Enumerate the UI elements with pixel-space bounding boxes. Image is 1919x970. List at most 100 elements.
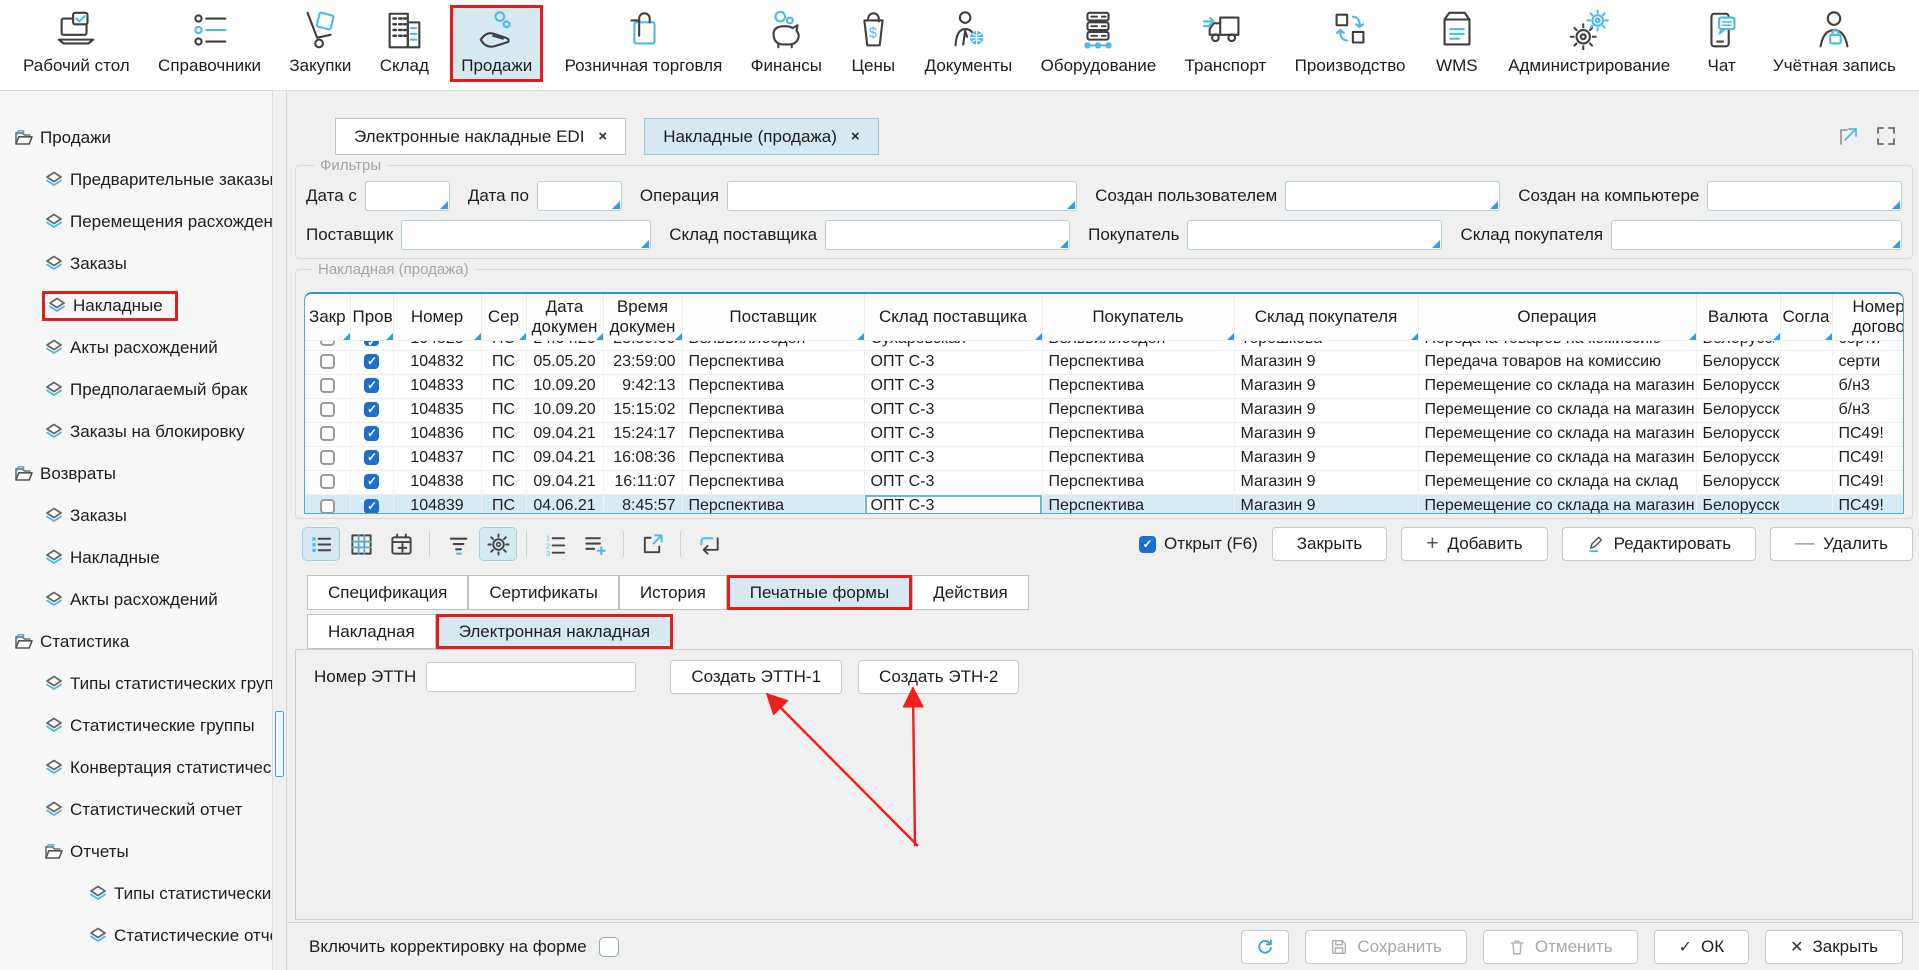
sidebar-item[interactable]: Статистические группы: [0, 705, 272, 747]
toolbar-item-retail[interactable]: Розничная торговля: [558, 5, 730, 79]
col-agreed[interactable]: Согла: [1780, 294, 1832, 340]
add-button[interactable]: +Добавить: [1401, 527, 1547, 561]
col-doc-date[interactable]: Дата докумен: [526, 294, 603, 340]
create-etn2-button[interactable]: Создать ЭТН-2: [858, 660, 1019, 694]
col-doc-time[interactable]: Время докумен: [603, 294, 682, 340]
checked-checkbox[interactable]: [364, 450, 379, 465]
sidebar-item[interactable]: Отчеты: [0, 831, 272, 873]
grid-view-icon[interactable]: [343, 528, 379, 560]
col-supplier[interactable]: Поставщик: [682, 294, 864, 340]
ettn-number-input[interactable]: [426, 662, 636, 692]
sidebar-item[interactable]: Конвертация статистически: [0, 747, 272, 789]
toolbar-item-administration[interactable]: Администрирование: [1501, 5, 1677, 79]
sidebar-item[interactable]: Перемещения расхождени: [0, 201, 272, 243]
splitter-thumb[interactable]: [275, 711, 284, 777]
created-on-computer-input[interactable]: [1707, 181, 1902, 211]
sidebar-splitter[interactable]: [272, 91, 287, 970]
table-row[interactable]: 104836 ПС 09.04.21 15:24:17 Перспектива …: [305, 422, 1904, 446]
table-row[interactable]: 104833 ПС 10.09.20 9:42:13 Перспектива О…: [305, 374, 1904, 398]
checked-checkbox[interactable]: [364, 499, 379, 514]
refresh-button[interactable]: [1241, 930, 1289, 964]
detail-tab[interactable]: Спецификация: [307, 575, 468, 610]
sidebar-item[interactable]: Возвраты: [0, 453, 272, 495]
detail-tab[interactable]: История: [619, 575, 727, 610]
checked-checkbox[interactable]: [364, 474, 379, 489]
sidebar-item[interactable]: Статистика: [0, 621, 272, 663]
toolbar-item-transport[interactable]: Транспорт: [1178, 5, 1274, 79]
open-filter-checkbox[interactable]: [1139, 536, 1156, 553]
popout-icon[interactable]: [1837, 125, 1859, 147]
sub-tab[interactable]: Накладная: [307, 614, 436, 649]
col-series[interactable]: Сер: [481, 294, 526, 340]
supplier-input[interactable]: [401, 220, 651, 250]
col-closed[interactable]: Закр: [305, 294, 350, 340]
sidebar-item[interactable]: Заказы: [0, 495, 272, 537]
sidebar-item[interactable]: Заказы на блокировку: [0, 411, 272, 453]
sidebar-item[interactable]: Заказы: [0, 243, 272, 285]
closed-checkbox[interactable]: [320, 474, 335, 489]
sidebar-item[interactable]: Продажи: [0, 117, 272, 159]
date-from-input[interactable]: [365, 181, 450, 211]
sub-tab[interactable]: Электронная накладная: [436, 614, 673, 649]
sidebar-item[interactable]: Акты расхождений: [0, 579, 272, 621]
numbered-list-icon[interactable]: 123: [537, 528, 573, 560]
reload-icon[interactable]: [691, 528, 727, 560]
fullscreen-icon[interactable]: [1875, 125, 1897, 147]
toolbar-item-chat[interactable]: Чат: [1692, 5, 1752, 79]
toolbar-item-equipment[interactable]: Оборудование: [1034, 5, 1164, 79]
closed-checkbox[interactable]: [320, 499, 335, 514]
table-row[interactable]: 104832 ПС 05.05.20 23:59:00 Перспектива …: [305, 350, 1904, 374]
table-row[interactable]: 104835 ПС 10.09.20 15:15:02 Перспектива …: [305, 398, 1904, 422]
checked-checkbox[interactable]: [364, 378, 379, 393]
sidebar-item[interactable]: Накладные: [0, 285, 272, 327]
date-to-input[interactable]: [537, 181, 622, 211]
sidebar-item[interactable]: Накладные: [0, 537, 272, 579]
correction-checkbox[interactable]: [599, 937, 619, 957]
closed-checkbox[interactable]: [320, 354, 335, 369]
checked-checkbox[interactable]: [364, 426, 379, 441]
close-invoice-button[interactable]: Закрыть: [1272, 527, 1387, 561]
col-checked[interactable]: Пров: [350, 294, 393, 340]
document-tab[interactable]: Электронные накладные EDI ×: [335, 118, 626, 155]
buyer-warehouse-input[interactable]: [1611, 220, 1902, 250]
col-supplier-warehouse[interactable]: Склад поставщика: [864, 294, 1042, 340]
sidebar-item[interactable]: Акты расхождений: [0, 327, 272, 369]
checked-checkbox[interactable]: [364, 402, 379, 417]
table-row[interactable]: 104839 ПС 04.06.21 8:45:57 Перспектива О…: [305, 494, 1904, 514]
created-by-user-input[interactable]: [1285, 181, 1500, 211]
toolbar-item-wms[interactable]: WMS: [1427, 5, 1487, 79]
toolbar-item-warehouse[interactable]: Склад: [373, 5, 436, 79]
list-view-icon[interactable]: [303, 528, 339, 560]
create-ettn1-button[interactable]: Создать ЭТТН-1: [670, 660, 842, 694]
col-number[interactable]: Номер: [393, 294, 481, 340]
detail-tab[interactable]: Действия: [912, 575, 1028, 610]
toolbar-item-finance[interactable]: Финансы: [744, 5, 829, 79]
close-icon[interactable]: ×: [598, 128, 607, 145]
col-buyer[interactable]: Покупатель: [1042, 294, 1234, 340]
ok-button[interactable]: ✓ОК: [1654, 930, 1750, 964]
closed-checkbox[interactable]: [320, 426, 335, 441]
col-currency[interactable]: Валюта: [1696, 294, 1780, 340]
filter-icon[interactable]: [440, 528, 476, 560]
toolbar-item-account[interactable]: Учётная запись: [1766, 5, 1903, 79]
closed-checkbox[interactable]: [320, 450, 335, 465]
sidebar-item[interactable]: Статистический отчет: [0, 789, 272, 831]
detail-tab[interactable]: Сертификаты: [468, 575, 618, 610]
col-operation[interactable]: Операция: [1418, 294, 1696, 340]
checked-checkbox[interactable]: [364, 340, 379, 346]
closed-checkbox[interactable]: [320, 378, 335, 393]
toolbar-item-production[interactable]: Производство: [1288, 5, 1413, 79]
edit-button[interactable]: Редактировать: [1562, 527, 1756, 561]
toolbar-item-sales[interactable]: Продажи: [450, 5, 543, 82]
table-row-partial[interactable]: 104825 ПС 24.04.20 23:59:00 Вельвиллесде…: [305, 340, 1904, 350]
toolbar-item-documents[interactable]: Документы: [918, 5, 1020, 79]
sidebar-item[interactable]: Типы статистических отч: [0, 873, 272, 915]
document-tab[interactable]: Накладные (продажа) ×: [644, 118, 878, 155]
toolbar-item-desktop[interactable]: Рабочий стол: [16, 5, 137, 79]
list-add-icon[interactable]: [577, 528, 613, 560]
delete-button[interactable]: —Удалить: [1770, 527, 1913, 561]
col-buyer-warehouse[interactable]: Склад покупателя: [1234, 294, 1418, 340]
table-row[interactable]: 104837 ПС 09.04.21 16:08:36 Перспектива …: [305, 446, 1904, 470]
sidebar-item[interactable]: Типы статистических групп: [0, 663, 272, 705]
table-row[interactable]: 104838 ПС 09.04.21 16:11:07 Перспектива …: [305, 470, 1904, 494]
